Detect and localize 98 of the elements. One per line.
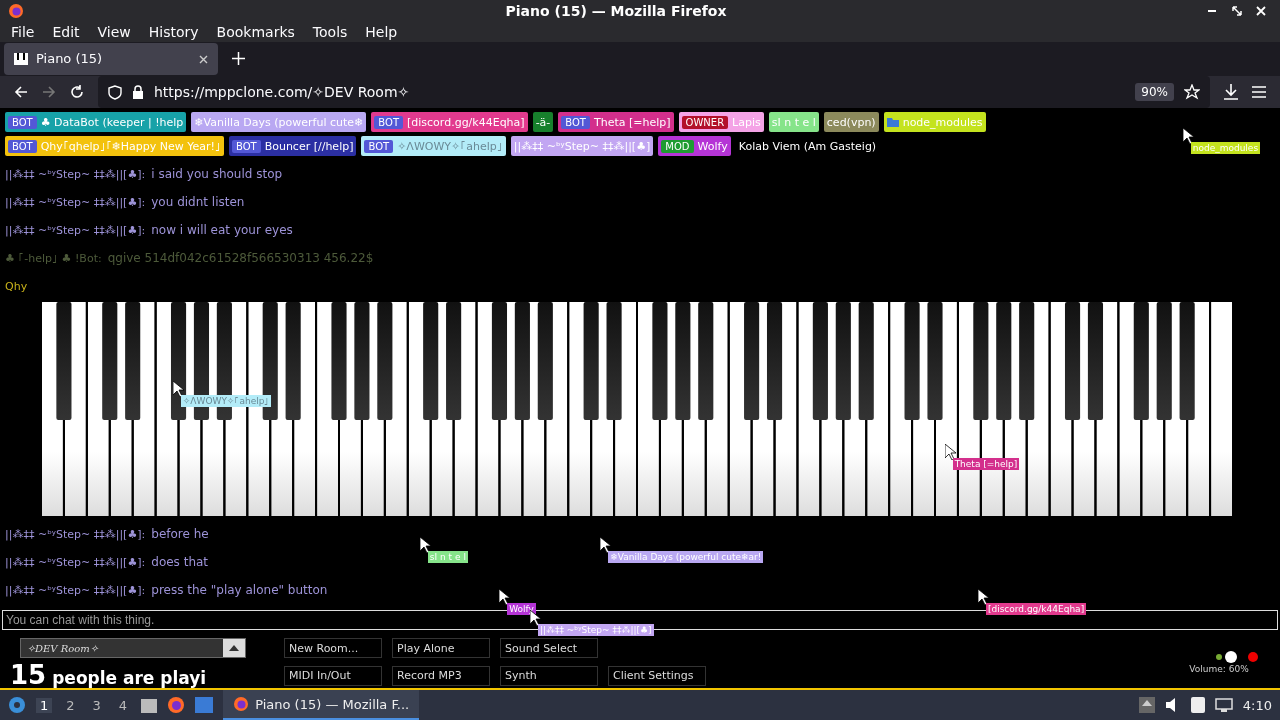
network-icon[interactable] <box>1214 698 1233 712</box>
user-badge[interactable]: BOT ✧ΛWOWY✧｢ahelp｣ <box>361 136 506 156</box>
browser-tab[interactable]: Piano (15) <box>4 42 218 75</box>
role-tag: BOT <box>8 139 37 153</box>
files-icon[interactable] <box>141 697 158 713</box>
cursor-name-tag: ❄Vanilla Days (powerful cute❄ar! <box>608 551 764 564</box>
role-tag: BOT <box>561 115 590 129</box>
menu-item[interactable]: Edit <box>45 23 87 40</box>
chat-message: now i will eat your eyes <box>151 223 293 237</box>
menu-icon[interactable] <box>1252 86 1266 98</box>
cursor-arrow-icon <box>499 589 512 606</box>
workspace-button[interactable]: 4 <box>114 697 132 713</box>
menu-item[interactable]: History <box>141 23 206 40</box>
chat-message: press the "play alone" button <box>151 583 328 597</box>
control-button[interactable]: New Room... <box>284 638 382 658</box>
workspace-button[interactable]: 2 <box>62 697 79 713</box>
cursor-arrow-icon <box>944 444 957 461</box>
new-tab-icon[interactable] <box>232 52 245 66</box>
cursor-name-tag: Theta [=help] <box>952 458 1020 471</box>
menu-item[interactable]: Help <box>358 23 405 40</box>
start-menu-icon[interactable] <box>8 696 26 714</box>
user-badge[interactable]: ced(vpn) <box>823 112 879 132</box>
piano-keyboard[interactable] <box>41 302 1233 516</box>
chat-message: qgive 514df042c61528f566530313 456.22$ <box>107 251 374 265</box>
shield-icon[interactable] <box>108 84 122 100</box>
clock: 4:10 <box>1242 697 1272 713</box>
chat-username: ||⁂‡‡ ~ᵇʸStep~ ‡‡⁂||[♣]: <box>5 195 146 209</box>
back-icon[interactable] <box>14 85 28 99</box>
user-badge[interactable]: BOT Qhy｢qhelp｣｢❄Happy New Year!｣ <box>5 136 224 156</box>
cursor-arrow-icon <box>977 589 990 606</box>
url-field[interactable]: https://mppclone.com/✧DEV Room✧ <box>154 84 1126 100</box>
role-tag: BOT <box>374 115 403 129</box>
role-tag: BOT <box>231 139 261 153</box>
room-select[interactable]: ✧DEV Room✧ <box>20 638 246 658</box>
user-badge[interactable]: BOT Bouncer [//help] <box>228 136 357 156</box>
reload-icon[interactable] <box>70 85 84 99</box>
user-badge[interactable]: BOT ♣ DataBot (keeper | !help <box>5 112 187 132</box>
user-badge[interactable]: MOD Wolfy <box>658 136 731 156</box>
maximize-icon[interactable] <box>1232 5 1242 16</box>
close-icon[interactable] <box>199 54 208 64</box>
firefox-icon[interactable] <box>167 696 186 714</box>
cursor-name-tag: node_modules <box>1190 142 1261 155</box>
caret-icon <box>229 645 239 651</box>
download-icon[interactable] <box>1224 84 1238 100</box>
chat-username: ||⁂‡‡ ~ᵇʸStep~ ‡‡⁂||[♣]: <box>5 527 146 541</box>
control-button[interactable]: Record MP3 <box>392 665 490 686</box>
eject-icon[interactable] <box>1138 697 1155 713</box>
cursor-arrow-icon <box>600 537 613 554</box>
cursor-name-tag: ꜱI n t e l <box>427 551 468 564</box>
star-icon[interactable] <box>1184 84 1200 100</box>
firefox-icon <box>8 2 24 19</box>
role-tag: OWNER <box>681 115 729 129</box>
folder-icon <box>886 117 899 127</box>
window-title: Piano (15) — Mozilla Firefox <box>504 2 728 19</box>
players-text: people are playi <box>52 668 207 688</box>
chat-message: before he <box>151 527 209 541</box>
chat-username: ||⁂‡‡ ~ᵇʸStep~ ‡‡⁂||[♣]: <box>5 555 146 569</box>
chat-username: ||⁂‡‡ ~ᵇʸStep~ ‡‡⁂||[♣]: <box>5 167 146 181</box>
piano-icon <box>14 52 28 65</box>
control-button[interactable]: Sound Select <box>500 638 598 658</box>
user-badge[interactable]: BOT Theta [=help] <box>558 112 674 132</box>
menu-item[interactable]: Bookmarks <box>209 23 302 40</box>
control-button[interactable]: Client Settings <box>608 665 706 686</box>
lock-icon[interactable] <box>132 85 144 99</box>
cursor-arrow-icon <box>172 380 185 397</box>
user-badge[interactable]: BOT [discord.gg/k44Eqha] <box>371 112 528 132</box>
chat-username: Qhy <box>5 279 28 293</box>
cursor-arrow-icon <box>1182 128 1195 145</box>
cursor-arrow-icon <box>419 537 432 554</box>
cursor-name-tag: Wolfy <box>507 603 536 616</box>
role-tag: MOD <box>661 139 694 153</box>
menu-item[interactable]: File <box>4 23 42 40</box>
volume-label: Volume: 60% <box>1189 664 1249 674</box>
player-count: 15 <box>10 660 47 690</box>
control-button[interactable]: Play Alone <box>392 638 490 658</box>
taskbar-window-button[interactable]: Piano (15) — Mozilla F... <box>223 690 420 720</box>
menu-item[interactable]: Tools <box>305 23 355 40</box>
cursor-name-tag: [discord.gg/k44Eqha] <box>985 603 1087 616</box>
forward-icon[interactable] <box>42 85 56 99</box>
menu-item[interactable]: View <box>90 23 138 40</box>
role-tag: BOT <box>364 139 394 153</box>
chat-message: i said you should stop <box>151 167 283 181</box>
zoom-level[interactable]: 90% <box>1135 83 1174 101</box>
workspace-button[interactable]: 1 <box>36 697 53 713</box>
firefox-icon <box>233 696 250 712</box>
chat-username: ♣ ｢-help｣ ♣ !Bot: <box>5 251 102 265</box>
control-button[interactable]: Synth <box>500 665 598 686</box>
user-badge[interactable]: OWNER Lapis <box>678 112 764 132</box>
role-tag: BOT <box>8 115 37 129</box>
chat-username: ||⁂‡‡ ~ᵇʸStep~ ‡‡⁂||[♣]: <box>5 223 146 237</box>
chat-message: you didnt listen <box>151 195 245 209</box>
window-icon[interactable] <box>195 697 214 713</box>
workspace-button[interactable]: 3 <box>88 697 105 713</box>
clipboard-icon[interactable] <box>1190 697 1205 713</box>
chat-message: does that <box>151 555 209 569</box>
chat-username: ||⁂‡‡ ~ᵇʸStep~ ‡‡⁂||[♣]: <box>5 583 146 597</box>
user-badge[interactable]: -ä- <box>532 112 554 132</box>
control-button[interactable]: MIDI In/Out <box>284 665 382 686</box>
